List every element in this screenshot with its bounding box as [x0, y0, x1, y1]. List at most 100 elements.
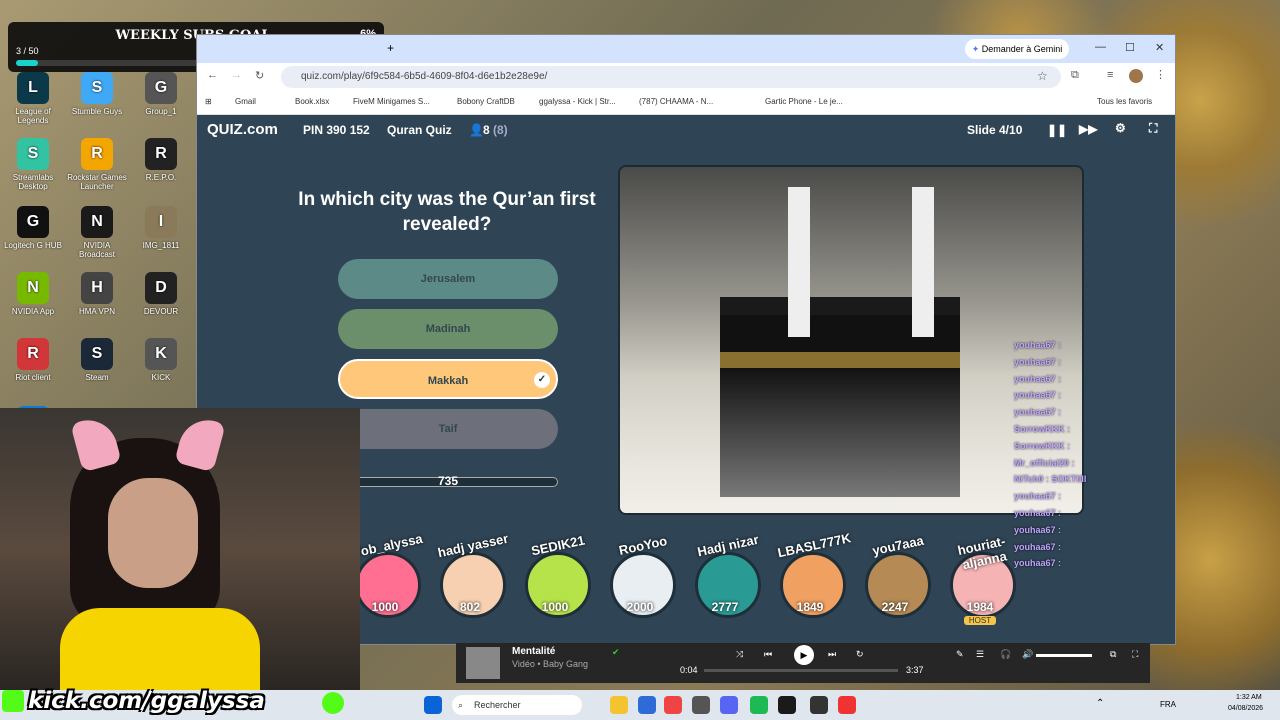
answer-madinah[interactable]: Madinah: [338, 309, 558, 349]
bookmark-star-icon[interactable]: ☆: [1037, 69, 1048, 83]
language-indicator[interactable]: FRA: [1160, 700, 1176, 709]
desktop-icon-label: Rockstar Games Launcher: [67, 173, 127, 191]
clock-time[interactable]: 1:32 AM: [1236, 694, 1262, 701]
player-card: you7aaa 2247: [862, 533, 934, 618]
player-card: SEDIK21 1000: [522, 533, 594, 618]
settings-icon[interactable]: ⚙: [1115, 121, 1126, 135]
reload-icon[interactable]: ↻: [255, 69, 264, 82]
gemini-button[interactable]: ✦ Demander à Gemini: [965, 39, 1069, 59]
app-icon: H: [81, 272, 113, 304]
skip-icon[interactable]: ▶▶: [1079, 122, 1097, 136]
desktop-icon[interactable]: S Streamlabs Desktop: [2, 138, 64, 191]
player-score: 2000: [626, 600, 654, 614]
desktop-icon[interactable]: S Stumble Guys: [66, 72, 128, 116]
tray-chevron-icon[interactable]: ⌃: [1096, 698, 1104, 709]
bookmark-book[interactable]: Book.xlsx: [295, 97, 329, 106]
play-button[interactable]: ▶: [794, 645, 814, 665]
bookmark-youtube[interactable]: (787) CHAAMA - N...: [639, 97, 713, 106]
next-icon[interactable]: ⏭: [828, 649, 836, 660]
kick-app-icon[interactable]: [778, 696, 796, 714]
yellow-shirt: [60, 608, 260, 690]
clock-date[interactable]: 04/08/2026: [1228, 705, 1263, 712]
desktop-icon-label: Steam: [85, 373, 109, 382]
queue-icon[interactable]: ☰: [976, 649, 984, 660]
timer-value: 735: [437, 474, 459, 488]
answer-jerusalem[interactable]: Jerusalem: [338, 259, 558, 299]
desktop-icon-label: DEVOUR: [143, 307, 179, 316]
desktop-icon[interactable]: G Group_1: [130, 72, 192, 116]
chrome-profile-icon[interactable]: [838, 696, 856, 714]
kaaba-band: [720, 352, 960, 368]
start-icon[interactable]: [424, 696, 442, 714]
desktop-icon[interactable]: I IMG_1811: [130, 206, 192, 250]
desktop-icon[interactable]: S Steam: [66, 338, 128, 382]
shuffle-icon[interactable]: ⤨: [736, 649, 743, 660]
minaret-left: [788, 187, 810, 337]
desktop-icon[interactable]: H HMA VPN: [66, 272, 128, 316]
desktop-icon[interactable]: D DEVOUR: [130, 272, 192, 316]
bookmark-fivem[interactable]: FiveM Minigames S...: [353, 97, 430, 106]
desktop-icon[interactable]: K KICK: [130, 338, 192, 382]
desktop-icon-label: NVIDIA Broadcast: [78, 241, 116, 259]
pause-icon[interactable]: ❚❚: [1047, 123, 1067, 137]
app-icon: G: [17, 206, 49, 238]
bookmark-gartic[interactable]: Gartic Phone - Le je...: [765, 97, 843, 106]
quiz-logo[interactable]: QUIZ.com: [207, 121, 278, 138]
app-icon: L: [17, 72, 49, 104]
new-tab-button[interactable]: +: [387, 41, 394, 55]
desktop-icon[interactable]: N NVIDIA Broadcast: [66, 206, 128, 259]
desktop-icon-label: Streamlabs Desktop: [12, 173, 54, 191]
chat-message: youhaa67 :: [1014, 508, 1062, 518]
apps-icon[interactable]: ⊞: [205, 97, 212, 106]
player-card: 7ob_alyssa 1000: [352, 531, 424, 618]
kick-handle-text: kick.com/ggalyssa: [28, 688, 265, 714]
desktop-icon[interactable]: R Rockstar Games Launcher: [66, 138, 128, 191]
desktop-icon[interactable]: N NVIDIA App: [2, 272, 64, 316]
forward-icon[interactable]: →: [231, 69, 242, 81]
volume-icon[interactable]: 🔊: [1022, 649, 1033, 660]
media-icon[interactable]: ≡: [1107, 69, 1113, 81]
close-button[interactable]: ✕: [1155, 41, 1164, 54]
quiz-pin: PIN 390 152: [303, 123, 370, 137]
minimize-button[interactable]: —: [1095, 41, 1106, 53]
prev-icon[interactable]: ⏮: [764, 649, 772, 660]
answer-taif[interactable]: Taif: [338, 409, 558, 449]
miniplayer-icon[interactable]: ⧉: [1110, 649, 1116, 660]
goal-progress-fill: [16, 60, 38, 66]
player-card: LBASL777K 1849: [776, 530, 852, 618]
all-bookmarks[interactable]: Tous les favoris: [1097, 97, 1152, 106]
seek-bar[interactable]: [704, 669, 898, 672]
bookmark-bobony[interactable]: Bobony CraftDB: [457, 97, 515, 106]
store-icon[interactable]: [638, 696, 656, 714]
bookmark-kick[interactable]: ggalyssa - Kick | Str...: [539, 97, 616, 106]
answer-makkah[interactable]: Makkah ✓: [338, 359, 558, 399]
players-icon: 👤: [469, 123, 484, 137]
expand-icon[interactable]: ⛶: [1132, 649, 1138, 660]
back-icon[interactable]: ←: [207, 69, 218, 81]
maximize-button[interactable]: ☐: [1125, 41, 1135, 54]
chrome-icon[interactable]: [664, 696, 682, 714]
taskbar-search[interactable]: ⌕ Rechercher: [452, 695, 582, 715]
desktop-icon[interactable]: G Logitech G HUB: [2, 206, 64, 250]
search-label: Rechercher: [474, 700, 521, 710]
bookmark-gmail[interactable]: Gmail: [235, 97, 256, 106]
fullscreen-icon[interactable]: ⛶: [1149, 121, 1157, 136]
desktop-icon[interactable]: L League of Legends: [2, 72, 64, 125]
lyrics-icon[interactable]: ✎: [956, 649, 964, 660]
chat-message: youhaa67 :: [1014, 340, 1062, 350]
chat-message: SorrowKKK :: [1014, 440, 1070, 451]
extensions-icon[interactable]: ⧉: [1071, 69, 1079, 82]
desktop-icon[interactable]: R Riot client: [2, 338, 64, 382]
obs-icon[interactable]: [810, 696, 828, 714]
file-explorer-icon[interactable]: [610, 696, 628, 714]
snip-icon[interactable]: [692, 696, 710, 714]
menu-icon[interactable]: ⋮: [1155, 68, 1166, 81]
desktop-icon[interactable]: R R.E.P.O.: [130, 138, 192, 182]
url-field[interactable]: quiz.com/play/6f9c584-6b5d-4609-8f04-d6e…: [281, 66, 1061, 88]
volume-slider[interactable]: [1036, 654, 1092, 657]
repeat-icon[interactable]: ↻: [856, 649, 864, 660]
discord-icon[interactable]: [720, 696, 738, 714]
headphone-icon[interactable]: 🎧: [1000, 649, 1011, 660]
spotify-icon[interactable]: [750, 696, 768, 714]
profile-avatar[interactable]: [1129, 69, 1143, 83]
